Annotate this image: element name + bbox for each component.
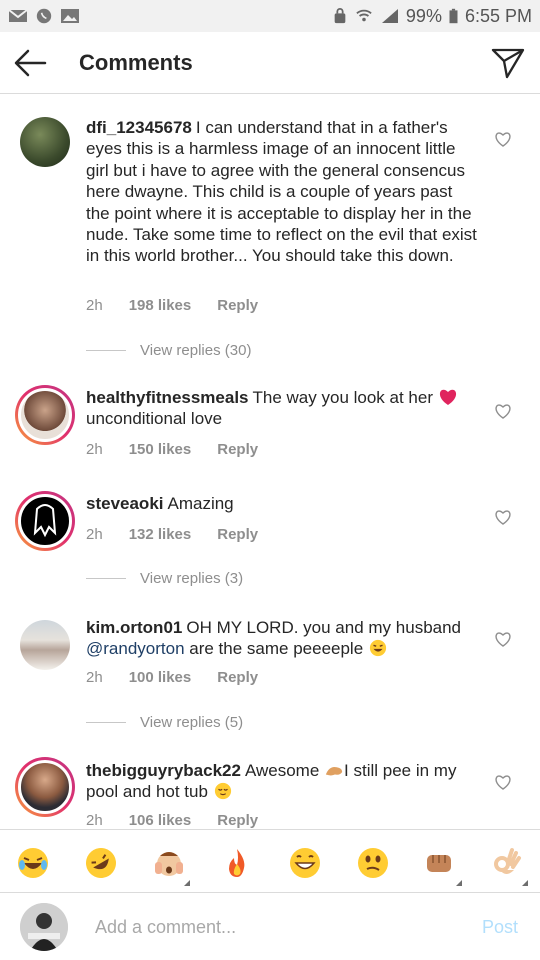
reply-button[interactable]: Reply [217,812,258,829]
comment-time: 2h [86,812,103,829]
reply-button[interactable]: Reply [217,669,258,686]
steveaoki-logo-icon [33,504,57,538]
comment-text: The way you look at her [252,388,433,407]
direct-send-icon[interactable] [490,46,526,80]
view-replies-label[interactable]: View replies (3) [140,570,243,587]
clock: 6:55 PM [464,5,532,26]
comment-likes[interactable]: 198 likes [129,297,192,314]
view-replies-label[interactable]: View replies (30) [140,342,251,359]
view-replies[interactable]: View replies (5) [86,714,243,731]
comment-username[interactable]: kim.orton01 [86,618,182,637]
header: Comments [0,32,540,94]
battery-percent: 99% [405,5,442,26]
view-replies-label[interactable]: View replies (5) [140,714,243,731]
heart-icon[interactable] [494,509,512,525]
joy-emoji[interactable] [16,846,50,880]
reply-button[interactable]: Reply [217,526,258,543]
avatar[interactable] [15,385,75,445]
comment-likes[interactable]: 106 likes [129,812,192,829]
comment-text: I can understand that in a father's eyes… [86,118,477,266]
status-bar: 99% 6:55 PM [0,0,540,32]
comment-username[interactable]: healthyfitnessmeals [86,388,249,407]
comment-likes[interactable]: 150 likes [129,441,192,458]
fire-emoji[interactable] [220,846,254,880]
wifi-icon [356,9,372,22]
avatar[interactable] [15,757,75,817]
woozy-emoji[interactable] [356,846,390,880]
comment-input[interactable]: Add a comment... [95,917,236,938]
comment-composer: Add a comment... Post [0,894,540,960]
comment-text: Awesome [244,761,320,780]
comment-time: 2h [86,441,103,458]
avatar[interactable] [20,620,70,670]
heart-icon[interactable] [494,774,512,790]
heart-icon[interactable] [494,403,512,419]
comment-time: 2h [86,297,103,314]
current-user-avatar [20,903,68,951]
replies-divider [86,722,126,723]
view-replies[interactable]: View replies (30) [86,342,251,359]
whatsapp-icon [36,8,52,24]
hands-on-face-emoji[interactable] [152,846,186,880]
mention-link[interactable]: @randyorton [86,639,185,658]
fist-emoji[interactable] [422,846,456,880]
comment-time: 2h [86,669,103,686]
reply-button[interactable]: Reply [217,297,258,314]
signal-icon [381,9,398,23]
reply-button[interactable]: Reply [217,441,258,458]
comment-likes[interactable]: 100 likes [129,669,192,686]
heart-icon[interactable] [494,631,512,647]
page-title: Comments [79,50,193,75]
comment-username[interactable]: dfi_12345678 [86,118,192,137]
relieved-emoji [214,783,231,800]
skin-tone-indicator [522,880,528,886]
flexed-biceps-emoji [325,766,343,776]
comment-likes[interactable]: 132 likes [129,526,192,543]
post-button[interactable]: Post [482,917,518,938]
skin-tone-indicator [456,880,462,886]
avatar[interactable] [15,491,75,551]
view-replies[interactable]: View replies (3) [86,570,243,587]
comment-username[interactable]: steveaoki [86,494,164,513]
user-photo-icon [20,903,68,951]
red-heart-emoji [439,389,456,405]
comment-text-cont: are the same peeeeple [189,639,364,659]
rofl-emoji[interactable] [84,846,118,880]
skin-tone-indicator [184,880,190,886]
comment-text: Amazing [167,494,234,513]
comments-list[interactable]: dfi_12345678 I can understand that in a f… [0,95,540,829]
avatar[interactable] [20,117,70,167]
ok-hand-emoji[interactable] [490,846,524,880]
comment-time: 2h [86,526,103,543]
comment-username[interactable]: thebigguyryback22 [86,761,241,780]
heart-icon[interactable] [494,131,512,147]
emoji-quick-bar [0,829,540,893]
grin-emoji[interactable] [288,846,322,880]
back-arrow-icon[interactable] [12,46,48,80]
gallery-icon [61,9,79,23]
laughing-emoji [369,640,387,657]
alarm-lock-icon [334,8,346,24]
replies-divider [86,350,126,351]
comment-text: OH MY LORD. you and my husband [186,618,462,637]
battery-icon [449,8,458,24]
comment-text-cont: unconditional love [86,409,223,429]
mail-icon [8,9,28,22]
replies-divider [86,578,126,579]
